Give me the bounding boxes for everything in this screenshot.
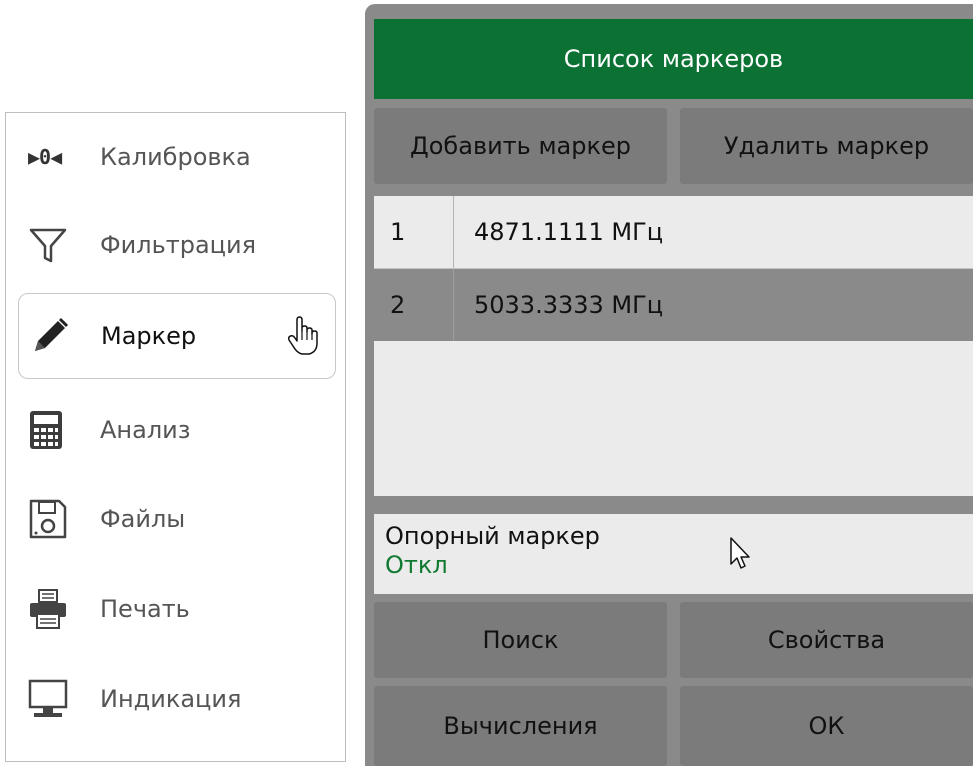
menu-item-label: Анализ bbox=[100, 416, 191, 444]
add-marker-button[interactable]: Добавить маркер bbox=[374, 108, 667, 184]
panel-title: Список маркеров bbox=[374, 19, 973, 99]
marker-frequency: 5033.3333 МГц bbox=[474, 291, 664, 319]
marker-row[interactable]: 1 4871.1111 МГц bbox=[374, 196, 973, 268]
menu-item-calibration[interactable]: ▶0◀ Калибровка bbox=[18, 115, 336, 199]
marker-row-selected[interactable]: 2 5033.3333 МГц bbox=[374, 269, 973, 341]
calibration-icon-glyph: ▶0◀ bbox=[28, 145, 62, 169]
marker-number: 2 bbox=[374, 269, 454, 341]
menu-item-label: Калибровка bbox=[100, 143, 251, 171]
filter-icon bbox=[28, 220, 84, 270]
menu-item-files[interactable]: Файлы bbox=[18, 477, 336, 561]
menu-item-label: Маркер bbox=[101, 322, 197, 350]
calibration-icon: ▶0◀ bbox=[28, 132, 84, 182]
mouse-pointer-icon bbox=[729, 536, 753, 572]
monitor-icon bbox=[28, 674, 84, 724]
menu-item-label: Фильтрация bbox=[100, 231, 257, 259]
menu-item-filtering[interactable]: Фильтрация bbox=[18, 203, 336, 287]
menu-item-display[interactable]: Индикация bbox=[18, 657, 336, 741]
printer-icon bbox=[28, 584, 84, 634]
reference-marker-field[interactable]: Опорный маркер Откл bbox=[374, 514, 973, 594]
search-button[interactable]: Поиск bbox=[374, 602, 667, 678]
app-root: ▶0◀ Калибровка Фильтрация Маркер Анализ … bbox=[0, 0, 973, 766]
calculator-icon bbox=[28, 405, 84, 455]
properties-button[interactable]: Свойства bbox=[680, 602, 973, 678]
reference-marker-label: Опорный маркер bbox=[385, 522, 600, 550]
calculations-button[interactable]: Вычисления bbox=[374, 686, 667, 766]
menu-item-label: Файлы bbox=[100, 505, 186, 533]
left-menu: ▶0◀ Калибровка Фильтрация Маркер Анализ … bbox=[5, 112, 346, 762]
menu-item-label: Индикация bbox=[100, 685, 242, 713]
menu-item-print[interactable]: Печать bbox=[18, 567, 336, 651]
reference-marker-value: Откл bbox=[385, 551, 448, 579]
menu-item-marker[interactable]: Маркер bbox=[18, 293, 336, 379]
hand-cursor-icon bbox=[287, 316, 319, 356]
delete-marker-button[interactable]: Удалить маркер bbox=[680, 108, 973, 184]
ok-button[interactable]: ОК bbox=[680, 686, 973, 766]
marker-list-panel: Список маркеров Добавить маркер Удалить … bbox=[365, 4, 973, 766]
pencil-icon bbox=[29, 311, 85, 361]
marker-frequency: 4871.1111 МГц bbox=[474, 218, 664, 246]
marker-number: 1 bbox=[374, 196, 454, 268]
floppy-disk-icon bbox=[28, 494, 84, 544]
menu-item-label: Печать bbox=[100, 595, 190, 623]
menu-item-analysis[interactable]: Анализ bbox=[18, 388, 336, 472]
marker-list: 1 4871.1111 МГц 2 5033.3333 МГц bbox=[374, 196, 973, 496]
